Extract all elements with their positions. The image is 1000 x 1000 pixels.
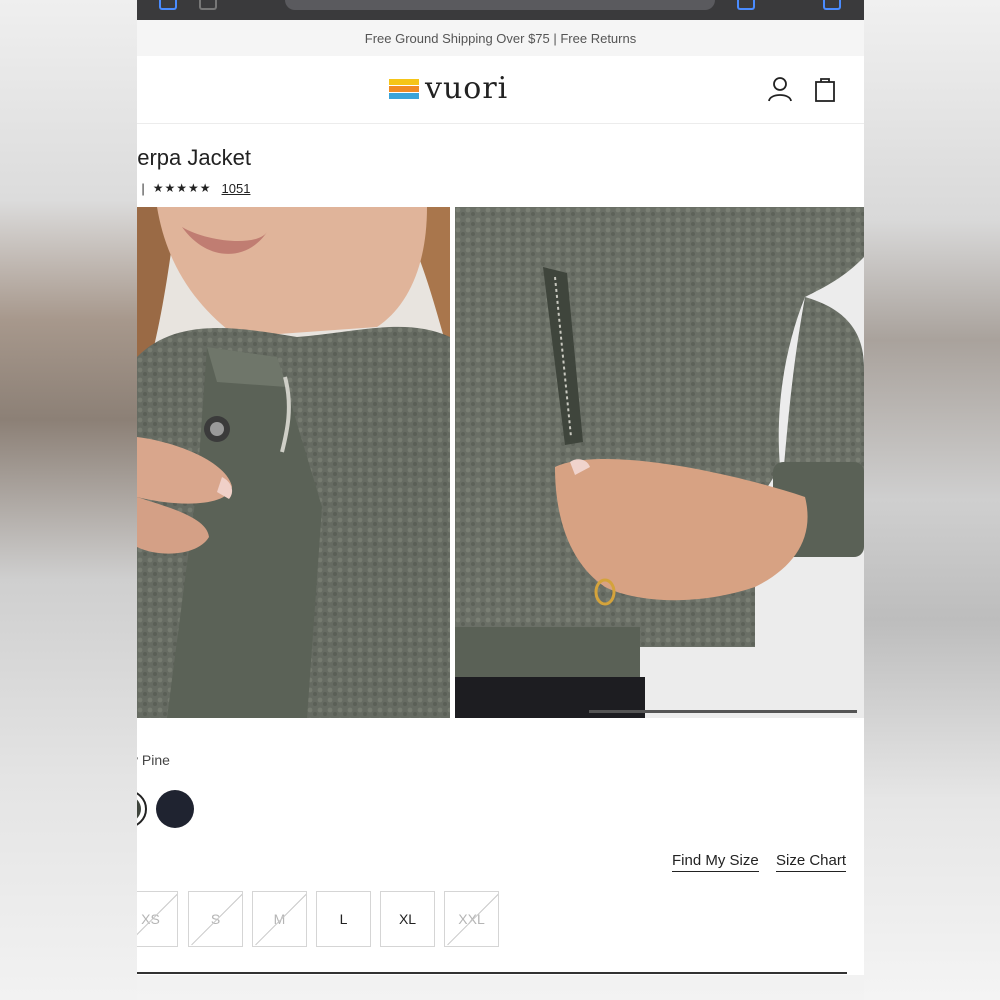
size-option-xl[interactable]: XL (380, 891, 435, 947)
promo-text: Free Ground Shipping Over $75 | Free Ret… (364, 30, 637, 46)
size-label: XL (398, 911, 417, 927)
phone-screen: Free Ground Shipping Over $75 | Free Ret… (137, 0, 864, 975)
image-scroll-indicator (589, 710, 857, 713)
size-label: M (273, 911, 286, 927)
size-option-xxl[interactable]: XXL (444, 891, 499, 947)
color-swatch-navy[interactable] (156, 790, 194, 828)
account-icon[interactable] (767, 76, 793, 102)
size-label: XS (141, 911, 160, 927)
size-label: S (210, 911, 221, 927)
tabs-icon[interactable] (823, 0, 841, 10)
size-option-m[interactable]: M (252, 891, 307, 947)
color-label: y Pine (137, 752, 170, 768)
product-image-pocket[interactable] (455, 207, 864, 718)
separator: | (141, 180, 145, 196)
share-icon[interactable] (737, 0, 755, 10)
url-bar[interactable] (285, 0, 715, 10)
logo-mark (389, 79, 419, 99)
find-my-size-link[interactable]: Find My Size (672, 852, 759, 872)
logo-text: vuori (425, 71, 509, 106)
vuori-logo[interactable]: vuori (389, 74, 508, 104)
size-label: XXL (458, 911, 485, 927)
site-header: vuori (137, 56, 864, 124)
size-option-l[interactable]: L (316, 891, 371, 947)
divider (137, 972, 847, 974)
color-swatch-selected[interactable] (137, 790, 147, 828)
blurred-backdrop-right (864, 0, 1000, 1000)
bookmarks-icon[interactable] (159, 0, 177, 10)
shopping-bag-icon[interactable] (813, 76, 837, 102)
blurred-backdrop-left (0, 0, 137, 1000)
review-count-link[interactable]: 1051 (222, 181, 251, 196)
product-title: herpa Jacket (137, 145, 251, 170)
product-image-collar[interactable] (137, 207, 450, 718)
browser-toolbar (137, 0, 864, 20)
size-option-xs[interactable]: XS (137, 891, 178, 947)
back-icon[interactable] (199, 0, 217, 10)
size-label: L (339, 911, 348, 927)
star-rating: ★★★★★ (152, 181, 212, 195)
size-option-s[interactable]: S (188, 891, 243, 947)
size-chart-link[interactable]: Size Chart (776, 852, 847, 872)
promo-banner: Free Ground Shipping Over $75 | Free Ret… (137, 20, 864, 56)
rating-row: ) | ★★★★★ 1051 (137, 178, 250, 198)
